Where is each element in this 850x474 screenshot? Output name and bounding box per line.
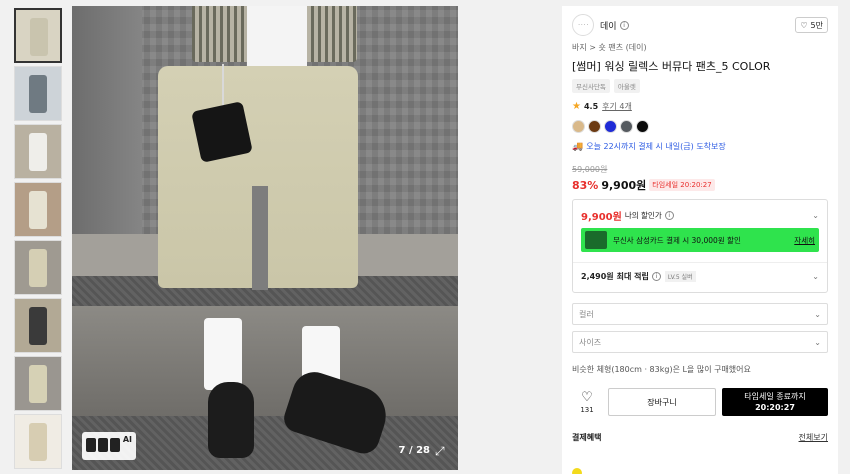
payment-benefits-row: 결제혜택 전체보기	[572, 432, 828, 443]
color-select-label: 컬러	[579, 309, 594, 319]
card-image	[585, 231, 607, 249]
thumbnail-figure	[29, 75, 47, 113]
thumbnail-list	[14, 8, 64, 472]
ai-thumb-2	[98, 438, 108, 452]
card-discount-banner[interactable]: 무신사 삼성카드 결제 시 30,000원 할인 자세히	[581, 228, 819, 252]
thumbnail-6[interactable]	[14, 298, 62, 353]
image-leg-gap	[252, 186, 268, 290]
wishlist-count: 131	[580, 405, 594, 414]
expand-icon[interactable]: ⤢	[435, 445, 448, 458]
size-select[interactable]: 사이즈 ⌄	[572, 331, 828, 353]
image-pavement	[72, 306, 458, 416]
truck-icon: 🚚	[572, 141, 584, 152]
heart-outline-icon: ♡	[800, 20, 808, 30]
heart-icon: ♡	[581, 389, 593, 405]
thumbnail-figure	[29, 365, 47, 403]
points-label: 최대 적립	[616, 272, 649, 281]
image-shoe-left	[208, 382, 254, 458]
timesale-badge: 타임세일 20:20:27	[649, 179, 715, 191]
thumbnail-1[interactable]	[14, 8, 62, 63]
thumbnail-4[interactable]	[14, 182, 62, 237]
payment-view-all-link[interactable]: 전체보기	[799, 432, 828, 443]
my-price-info-icon[interactable]: i	[664, 211, 674, 220]
brand-like-button[interactable]: ♡ 5만	[795, 17, 828, 33]
thumbnail-figure	[29, 423, 47, 461]
image-sock-left	[204, 318, 242, 390]
benefit-box: 9,900원 나의 할인가 i ⌄ 무신사 삼성카드 결제 시 30,000원 …	[572, 199, 828, 293]
ai-label: AI	[122, 435, 132, 444]
tag-outlet: 아울렛	[613, 79, 640, 93]
ai-thumb-1	[86, 438, 96, 452]
color-select[interactable]: 컬러 ⌄	[572, 303, 828, 325]
info-icon[interactable]: i	[619, 20, 629, 30]
main-product-image[interactable]: 7 / 28 ⤢	[72, 6, 458, 470]
thumbnail-figure	[30, 18, 48, 56]
payment-benefits-title: 결제혜택	[572, 433, 602, 442]
my-price-label: 나의 할인가	[624, 211, 662, 220]
my-price: 9,900원	[581, 212, 622, 223]
points-amount: 2,490원	[581, 272, 614, 281]
image-pouch	[191, 101, 253, 163]
buy-countdown: 20:20:27	[755, 403, 795, 412]
delivery-info: 🚚 오늘 22시까지 결제 시 내일(금) 도착보장	[572, 141, 828, 152]
product-info-panel: · · · · 데이 i ♡ 5만 바지 > 숏 팬츠 (데이) [썸머] 워싱…	[562, 6, 838, 474]
original-price: 59,000원	[572, 165, 608, 174]
points-info-icon[interactable]: i	[651, 272, 661, 281]
color-swatch-3[interactable]	[604, 120, 617, 133]
brand-logo[interactable]: · · · ·	[572, 14, 594, 36]
breadcrumb[interactable]: 바지 > 숏 팬츠 (데이)	[572, 42, 828, 53]
chevron-down-icon: ⌄	[814, 337, 821, 347]
thumbnail-figure	[29, 249, 47, 287]
delivery-text: 오늘 22시까지 결제 시 내일(금) 도착보장	[586, 142, 726, 151]
brand-name[interactable]: 데이	[600, 19, 617, 32]
thumbnail-figure	[29, 307, 47, 345]
sale-price: 9,900원	[601, 179, 647, 192]
action-row: ♡ 131 장바구니 타임세일 종료까지 20:20:27	[572, 388, 828, 416]
price-row: 83% 9,900원 타임세일 20:20:27	[572, 177, 828, 193]
rating-value: 4.5	[583, 102, 599, 111]
chevron-down-icon: ⌄	[812, 211, 819, 220]
thumbnail-5[interactable]	[14, 240, 62, 295]
rating-row: ★ 4.5 후기 4개	[572, 101, 828, 112]
color-swatch-4[interactable]	[620, 120, 633, 133]
image-chain	[222, 64, 224, 109]
product-tags: 무신사단독 아울렛	[572, 79, 828, 93]
size-select-label: 사이즈	[579, 337, 602, 347]
buy-label: 타임세일 종료까지	[744, 392, 806, 401]
card-details-link[interactable]: 자세히	[794, 235, 815, 246]
divider	[573, 262, 827, 263]
color-swatch-1[interactable]	[572, 120, 585, 133]
thumbnail-figure	[29, 133, 47, 171]
add-to-cart-button[interactable]: 장바구니	[608, 388, 716, 416]
image-undershirt	[247, 6, 307, 72]
brand-row: · · · · 데이 i ♡ 5만	[572, 14, 828, 36]
ai-thumb-3	[110, 438, 120, 452]
ai-similar-button[interactable]: AI	[82, 432, 136, 460]
color-swatch-2[interactable]	[588, 120, 601, 133]
reviews-link[interactable]: 후기 4개	[602, 101, 632, 112]
my-price-row[interactable]: 9,900원 나의 할인가 i ⌄	[581, 208, 819, 223]
discount-rate: 83%	[572, 178, 599, 192]
thumbnail-8[interactable]	[14, 414, 62, 469]
card-discount-text: 무신사 삼성카드 결제 시 30,000원 할인	[613, 235, 741, 245]
chevron-down-icon: ⌄	[812, 272, 819, 281]
color-swatches	[572, 120, 828, 133]
thumbnail-2[interactable]	[14, 66, 62, 121]
thumbnail-7[interactable]	[14, 356, 62, 411]
size-recommendation: 비슷한 체형(180cm · 83kg)은 L을 많이 구매했어요	[572, 365, 751, 374]
chevron-down-icon: ⌄	[814, 309, 821, 319]
wishlist-button[interactable]: ♡ 131	[572, 388, 602, 416]
tag-exclusive: 무신사단독	[572, 79, 610, 93]
star-icon: ★	[572, 101, 581, 112]
product-title: [썸머] 워싱 릴렉스 버뮤다 팬츠_5 COLOR	[572, 60, 771, 73]
level-tag: LV.5 실버	[664, 271, 696, 282]
payment-brand-icon	[572, 468, 582, 474]
thumbnail-3[interactable]	[14, 124, 62, 179]
brand-like-count: 5만	[810, 20, 823, 30]
thumbnail-figure	[29, 191, 47, 229]
points-row[interactable]: 2,490원 최대 적립 i LV.5 실버 ⌄	[581, 271, 819, 282]
buy-now-button[interactable]: 타임세일 종료까지 20:20:27	[722, 388, 828, 416]
image-counter: 7 / 28	[398, 445, 431, 456]
color-swatch-5[interactable]	[636, 120, 649, 133]
